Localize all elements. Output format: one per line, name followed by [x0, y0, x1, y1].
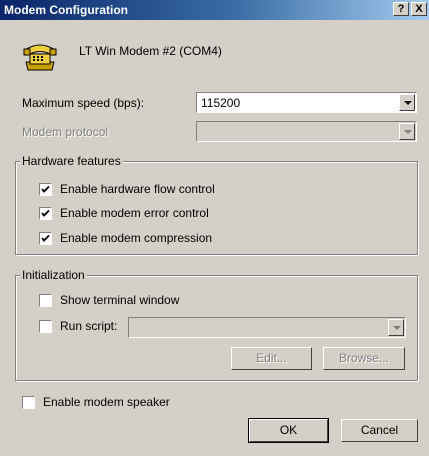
initialization-title: Initialization	[20, 268, 87, 282]
terminal-label: Show terminal window	[60, 293, 180, 307]
speaker-label: Enable modem speaker	[43, 395, 170, 409]
run-script-select[interactable]	[128, 317, 406, 338]
run-script-checkbox[interactable]: Run script:	[39, 319, 129, 335]
speaker-check[interactable]	[22, 396, 35, 409]
max-speed-label: Maximum speed (bps):	[22, 96, 145, 110]
run-script-label: Run script:	[60, 319, 118, 333]
max-speed-dropdown-button[interactable]	[399, 94, 415, 111]
show-terminal-window-checkbox[interactable]: Show terminal window	[39, 293, 279, 309]
browse-button[interactable]: Browse...	[323, 347, 405, 370]
modem-protocol-dropdown-button[interactable]	[399, 123, 415, 140]
hardware-features-title: Hardware features	[20, 154, 123, 168]
modem-phone-icon	[22, 40, 58, 72]
flow-control-label: Enable hardware flow control	[60, 182, 215, 196]
modem-protocol-label: Modem protocol	[22, 125, 109, 139]
ok-button[interactable]: OK	[248, 418, 329, 443]
flow-control-check[interactable]	[39, 183, 52, 196]
run-script-dropdown-button[interactable]	[388, 319, 404, 336]
modem-protocol-select[interactable]	[196, 121, 417, 142]
modem-name: LT Win Modem #2 (COM4)	[79, 44, 222, 58]
terminal-check[interactable]	[39, 294, 52, 307]
edit-button[interactable]: Edit...	[231, 347, 312, 370]
hardware-flow-control-checkbox[interactable]: Enable hardware flow control	[39, 182, 279, 198]
compression-label: Enable modem compression	[60, 231, 213, 245]
title-bar[interactable]: Modem Configuration ? X	[0, 0, 429, 20]
error-control-check[interactable]	[39, 207, 52, 220]
max-speed-select[interactable]: 115200	[196, 92, 417, 113]
compression-check[interactable]	[39, 232, 52, 245]
enable-modem-speaker-checkbox[interactable]: Enable modem speaker	[22, 395, 262, 411]
chevron-down-icon	[404, 101, 412, 105]
close-button[interactable]: X	[411, 2, 427, 16]
window-title: Modem Configuration	[4, 3, 128, 17]
max-speed-value: 115200	[201, 96, 241, 110]
run-script-check[interactable]	[39, 320, 52, 333]
help-button[interactable]: ?	[393, 2, 409, 16]
chevron-down-icon	[404, 130, 412, 134]
modem-compression-checkbox[interactable]: Enable modem compression	[39, 231, 279, 247]
error-control-label: Enable modem error control	[60, 206, 209, 220]
cancel-button[interactable]: Cancel	[341, 419, 418, 442]
chevron-down-icon	[393, 326, 401, 330]
modem-error-control-checkbox[interactable]: Enable modem error control	[39, 206, 279, 222]
